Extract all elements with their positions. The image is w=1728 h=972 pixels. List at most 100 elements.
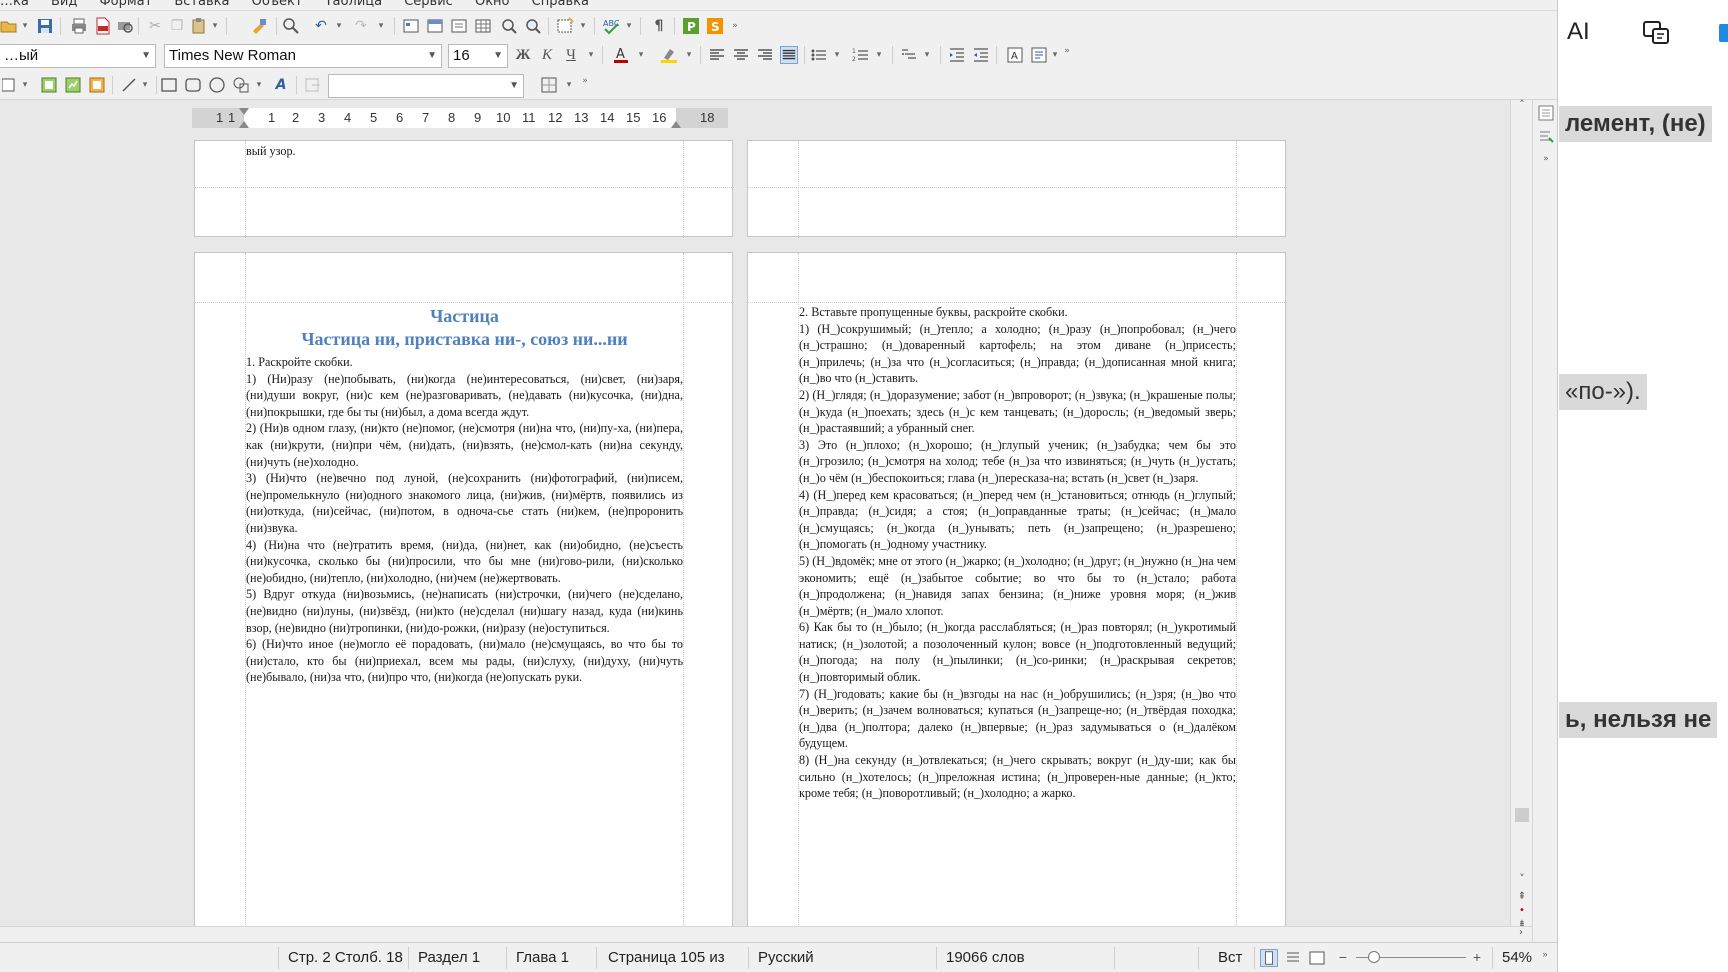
bullet-list-dropdown-icon[interactable]: ▾ bbox=[832, 46, 842, 64]
status-zoom[interactable]: 54% bbox=[1502, 949, 1532, 966]
numbered-list-icon[interactable]: 12 bbox=[852, 46, 870, 64]
font-color-icon[interactable]: A bbox=[612, 46, 630, 64]
align-right-icon[interactable] bbox=[756, 46, 774, 64]
right-indent-marker[interactable] bbox=[671, 121, 681, 128]
properties-icon[interactable] bbox=[1537, 104, 1555, 122]
navigator-icon[interactable] bbox=[500, 17, 518, 35]
insert-special-icon[interactable] bbox=[88, 76, 106, 94]
sidebar-overflow-icon[interactable]: » bbox=[1541, 150, 1551, 168]
clone-formatting-icon[interactable] bbox=[250, 17, 268, 35]
insert-header-icon[interactable] bbox=[426, 17, 444, 35]
spellcheck-dropdown-icon[interactable]: ▾ bbox=[624, 17, 634, 35]
undo-icon[interactable]: ↶ bbox=[312, 17, 330, 35]
scroll-thumb[interactable] bbox=[1515, 808, 1529, 822]
chat-translate-icon[interactable] bbox=[1641, 18, 1671, 48]
character-icon[interactable]: A bbox=[1006, 46, 1024, 64]
chevron-down-icon[interactable]: ▼ bbox=[493, 45, 503, 67]
page-right[interactable]: 2. Вставьте пропущенные буквы, раскройте… bbox=[747, 252, 1287, 926]
zoom-icon[interactable] bbox=[524, 17, 542, 35]
zoom-in-icon[interactable]: + bbox=[1468, 948, 1486, 966]
borders-dropdown-icon[interactable]: ▾ bbox=[564, 76, 574, 94]
horizontal-ruler[interactable]: 1 1 1 2 3 4 5 6 7 8 9 10 11 12 13 14 15 … bbox=[192, 108, 728, 128]
status-page-count[interactable]: Страница 105 из bbox=[608, 949, 725, 966]
paragraph-icon[interactable] bbox=[1030, 46, 1048, 64]
redo-dropdown-icon[interactable]: ▾ bbox=[376, 17, 386, 35]
vertical-scrollbar[interactable]: ˄ ˅ ⇞ • ⇟ bbox=[1510, 98, 1532, 930]
underline-icon[interactable]: Ч bbox=[562, 46, 580, 64]
horizontal-scrollbar[interactable]: › bbox=[0, 926, 1532, 942]
toolbar-overflow-icon[interactable]: » bbox=[580, 72, 590, 90]
chevron-down-icon[interactable]: ▼ bbox=[427, 45, 437, 67]
extension-p-icon[interactable]: P bbox=[682, 17, 700, 35]
save-icon[interactable] bbox=[36, 17, 54, 35]
paste-dropdown-icon[interactable]: ▾ bbox=[210, 17, 220, 35]
bold-icon[interactable]: Ж bbox=[514, 46, 532, 64]
scroll-down-icon[interactable]: ˅ bbox=[1513, 870, 1531, 888]
chevron-down-icon[interactable]: ▼ bbox=[509, 75, 519, 97]
borders-icon[interactable] bbox=[540, 76, 558, 94]
scroll-right-icon[interactable]: › bbox=[1512, 924, 1530, 942]
basic-shapes-dropdown-icon[interactable]: ▾ bbox=[254, 76, 264, 94]
formatting-marks-icon[interactable]: ¶ bbox=[650, 17, 668, 35]
status-word-count[interactable]: 19066 слов bbox=[946, 949, 1025, 966]
underline-dropdown-icon[interactable]: ▾ bbox=[586, 46, 596, 64]
insert-spreadsheet-icon[interactable] bbox=[64, 76, 82, 94]
print-icon[interactable] bbox=[70, 17, 88, 35]
paragraph-dropdown-icon[interactable]: ▾ bbox=[1050, 46, 1060, 64]
redo-icon[interactable]: ↷ bbox=[352, 17, 370, 35]
scroll-up-icon[interactable]: ˄ bbox=[1513, 96, 1531, 114]
line-icon[interactable] bbox=[120, 76, 138, 94]
menu-item-table[interactable]: Таблица bbox=[325, 0, 383, 9]
frame-link-icon[interactable] bbox=[304, 76, 322, 94]
bullet-list-icon[interactable] bbox=[810, 46, 828, 64]
font-name-combo[interactable]: Times New Roman ▼ bbox=[164, 44, 442, 68]
spellcheck-icon[interactable]: ABC bbox=[602, 17, 620, 35]
undo-dropdown-icon[interactable]: ▾ bbox=[334, 17, 344, 35]
extension-s-icon[interactable]: S bbox=[706, 17, 724, 35]
line-dropdown-icon[interactable]: ▾ bbox=[140, 76, 150, 94]
insert-frame-icon[interactable] bbox=[450, 17, 468, 35]
book-view-icon[interactable] bbox=[1308, 949, 1326, 967]
ole-dropdown-icon[interactable]: ▾ bbox=[20, 76, 30, 94]
multi-page-view-icon[interactable] bbox=[1284, 949, 1302, 967]
align-left-icon[interactable] bbox=[708, 46, 726, 64]
copy-icon[interactable]: ❐ bbox=[168, 17, 186, 35]
first-line-indent-marker[interactable] bbox=[239, 108, 249, 115]
status-page-column[interactable]: Стр. 2 Столб. 18 bbox=[288, 949, 403, 966]
paragraph-style-combo[interactable]: …ый ▼ bbox=[0, 44, 156, 68]
app-icon[interactable] bbox=[1715, 18, 1728, 48]
italic-icon[interactable]: К bbox=[538, 46, 556, 64]
highlight-dropdown-icon[interactable]: ▾ bbox=[684, 46, 694, 64]
object-name-combo[interactable]: ▼ bbox=[328, 74, 524, 98]
fontwork-icon[interactable]: A bbox=[272, 76, 290, 94]
find-replace-icon[interactable] bbox=[282, 17, 300, 35]
rounded-rectangle-icon[interactable] bbox=[184, 76, 202, 94]
paste-icon[interactable] bbox=[190, 17, 208, 35]
menu-item-window[interactable]: Окно bbox=[475, 0, 510, 9]
insert-field-icon[interactable] bbox=[402, 17, 420, 35]
toolbar-overflow-icon[interactable]: » bbox=[730, 17, 740, 35]
insert-table-icon[interactable] bbox=[474, 17, 492, 35]
outline-list-dropdown-icon[interactable]: ▾ bbox=[922, 46, 932, 64]
open-icon[interactable] bbox=[0, 17, 18, 35]
insert-chart-icon[interactable] bbox=[40, 76, 58, 94]
chevron-down-icon[interactable]: ▼ bbox=[141, 45, 151, 67]
decrease-indent-icon[interactable] bbox=[972, 46, 990, 64]
zoom-out-icon[interactable]: − bbox=[1334, 948, 1352, 966]
insert-ole-icon[interactable] bbox=[0, 76, 18, 94]
menu-item-object[interactable]: Объект bbox=[252, 0, 303, 9]
menu-item-insert[interactable]: Вставка bbox=[174, 0, 229, 9]
zoom-slider-handle[interactable] bbox=[1368, 951, 1380, 963]
align-center-icon[interactable] bbox=[732, 46, 750, 64]
ai-button[interactable]: AI bbox=[1567, 18, 1590, 46]
status-insert-mode[interactable]: Вст bbox=[1218, 949, 1242, 966]
basic-shapes-icon[interactable] bbox=[232, 76, 250, 94]
insert-image-icon[interactable] bbox=[556, 17, 574, 35]
document-canvas[interactable]: 1 1 1 2 3 4 5 6 7 8 9 10 11 12 13 14 15 … bbox=[0, 100, 1510, 926]
menu-item-format[interactable]: Формат bbox=[99, 0, 152, 9]
menu-item-view[interactable]: Вид bbox=[51, 0, 77, 9]
statusbar-overflow-icon[interactable]: » bbox=[1540, 945, 1550, 963]
ellipse-icon[interactable] bbox=[208, 76, 226, 94]
outline-list-icon[interactable] bbox=[900, 46, 918, 64]
font-color-dropdown-icon[interactable]: ▾ bbox=[636, 46, 646, 64]
